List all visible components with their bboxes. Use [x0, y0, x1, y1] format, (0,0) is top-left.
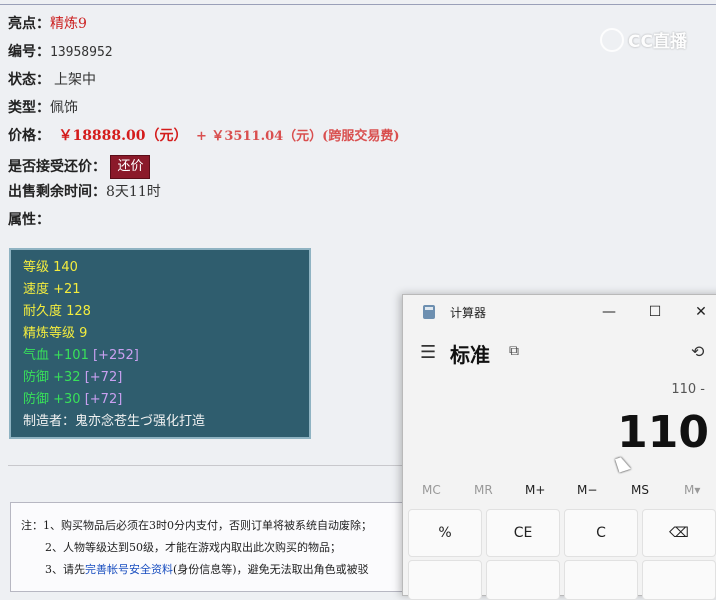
- clear-button[interactable]: C: [564, 509, 638, 557]
- attr-maker: 制造者：鬼亦念苍生づ强化打造: [23, 414, 206, 429]
- minimize-icon[interactable]: —: [598, 301, 620, 323]
- attr-refine: 精炼等级 9: [23, 326, 88, 341]
- top-divider: [0, 4, 716, 5]
- cc-live-watermark: CC直播: [600, 27, 687, 54]
- bargain-row: 是否接受还价： 还价: [8, 155, 151, 179]
- purchase-notes: 注：1、购买物品后必须在3时0分内支付，否则订单将被系统自动废除； 2、人物等级…: [10, 502, 430, 592]
- attr-durability: 耐久度 128: [23, 304, 91, 319]
- highlight-row: 亮点：精炼9: [8, 14, 87, 34]
- type-row: 类型：佩饰: [8, 98, 78, 118]
- calculator-title: 计算器: [450, 306, 487, 320]
- memory-subtract-button[interactable]: M−: [577, 483, 597, 497]
- close-icon[interactable]: ✕: [690, 301, 712, 323]
- attr-level: 等级 140: [23, 260, 78, 275]
- memory-store-button[interactable]: MS: [631, 483, 649, 497]
- calculator-window: 计算器 — ☐ ✕ ☰ 标准 ⧉ ⟲ 110 - 110 MC MR M+ M−…: [402, 294, 716, 600]
- percent-button[interactable]: %: [408, 509, 482, 557]
- price-value: ￥18888.00（元）: [58, 128, 188, 144]
- calculator-mode-title: 标准: [450, 343, 490, 367]
- note-line-2: 2、人物等级达到50级，才能在游戏内取出此次购买的物品；: [45, 541, 341, 554]
- calculator-expression: 110 -: [671, 382, 705, 397]
- attr-blood-base: 气血 +101: [23, 348, 89, 363]
- id-row: 编号：13958952: [8, 42, 113, 63]
- memory-add-button[interactable]: M+: [525, 483, 545, 497]
- note-line-3-suffix: (身份信息等)，避免无法取出角色或被驳: [173, 563, 369, 576]
- backspace-button[interactable]: ⌫: [642, 509, 716, 557]
- maximize-icon[interactable]: ☐: [644, 301, 666, 323]
- calc-key-row2-4[interactable]: [642, 560, 716, 600]
- attr-defense-1-base: 防御 +32: [23, 370, 81, 385]
- calculator-titlebar[interactable]: 计算器 — ☐ ✕: [403, 295, 716, 329]
- price-row: 价格： ￥18888.00（元） + ￥3511.04（元）(跨服交易费): [8, 126, 400, 147]
- memory-dropdown-button[interactable]: M▾: [684, 483, 700, 497]
- bargain-button[interactable]: 还价: [110, 155, 151, 179]
- time-value: 8天11时: [106, 184, 161, 200]
- section-divider: [8, 465, 408, 466]
- calc-key-row2-3[interactable]: [564, 560, 638, 600]
- attr-defense-2-extra: [+72]: [84, 392, 123, 407]
- highlight-value: 精炼9: [50, 16, 87, 32]
- menu-icon[interactable]: ☰: [420, 342, 436, 363]
- cross-server-fee: + ￥3511.04（元）(跨服交易费): [195, 129, 400, 144]
- attr-blood: 气血 +101 [+252]: [23, 345, 297, 367]
- attr-row: 属性：: [8, 210, 50, 230]
- status-label: 状态：: [8, 72, 50, 88]
- history-icon[interactable]: ⟲: [691, 342, 704, 361]
- memory-recall-button[interactable]: MR: [474, 483, 493, 497]
- attr-defense-1: 防御 +32 [+72]: [23, 367, 297, 389]
- attr-defense-2: 防御 +30 [+72]: [23, 389, 297, 411]
- note-line-3-prefix: 3、请先: [45, 563, 85, 576]
- calc-key-row2-2[interactable]: [486, 560, 560, 600]
- time-label: 出售剩余时间：: [8, 184, 106, 200]
- attr-defense-1-extra: [+72]: [84, 370, 123, 385]
- calculator-app-icon: [423, 305, 435, 319]
- memory-clear-button[interactable]: MC: [422, 483, 441, 497]
- type-value: 佩饰: [50, 100, 78, 116]
- price-label: 价格：: [8, 128, 50, 144]
- type-label: 类型：: [8, 100, 50, 116]
- clear-entry-button[interactable]: CE: [486, 509, 560, 557]
- account-security-link[interactable]: 完善帐号安全资料: [85, 563, 173, 576]
- note-line-3: 3、请先完善帐号安全资料(身份信息等)，避免无法取出角色或被驳: [21, 559, 419, 581]
- attr-blood-extra: [+252]: [92, 348, 139, 363]
- attr-label: 属性：: [8, 212, 50, 228]
- id-label: 编号：: [8, 44, 50, 60]
- attr-defense-2-base: 防御 +30: [23, 392, 81, 407]
- cc-logo-icon: [600, 28, 624, 52]
- bargain-label: 是否接受还价：: [8, 159, 106, 175]
- id-value: 13958952: [50, 45, 113, 60]
- note-line-1: 注：1、购买物品后必须在3时0分内支付，否则订单将被系统自动废除；: [21, 519, 372, 532]
- calculator-display: 110: [617, 407, 709, 458]
- status-value: 上架中: [54, 72, 96, 88]
- attribute-panel: 等级 140 速度 +21 耐久度 128 精炼等级 9 气血 +101 [+2…: [9, 248, 311, 439]
- time-row: 出售剩余时间：8天11时: [8, 182, 161, 202]
- status-row: 状态： 上架中: [8, 70, 96, 90]
- calc-key-row2-1[interactable]: [408, 560, 482, 600]
- watermark-text: CC直播: [628, 32, 687, 52]
- attr-speed: 速度 +21: [23, 282, 81, 297]
- keep-on-top-icon[interactable]: ⧉: [509, 343, 519, 359]
- highlight-label: 亮点：: [8, 16, 50, 32]
